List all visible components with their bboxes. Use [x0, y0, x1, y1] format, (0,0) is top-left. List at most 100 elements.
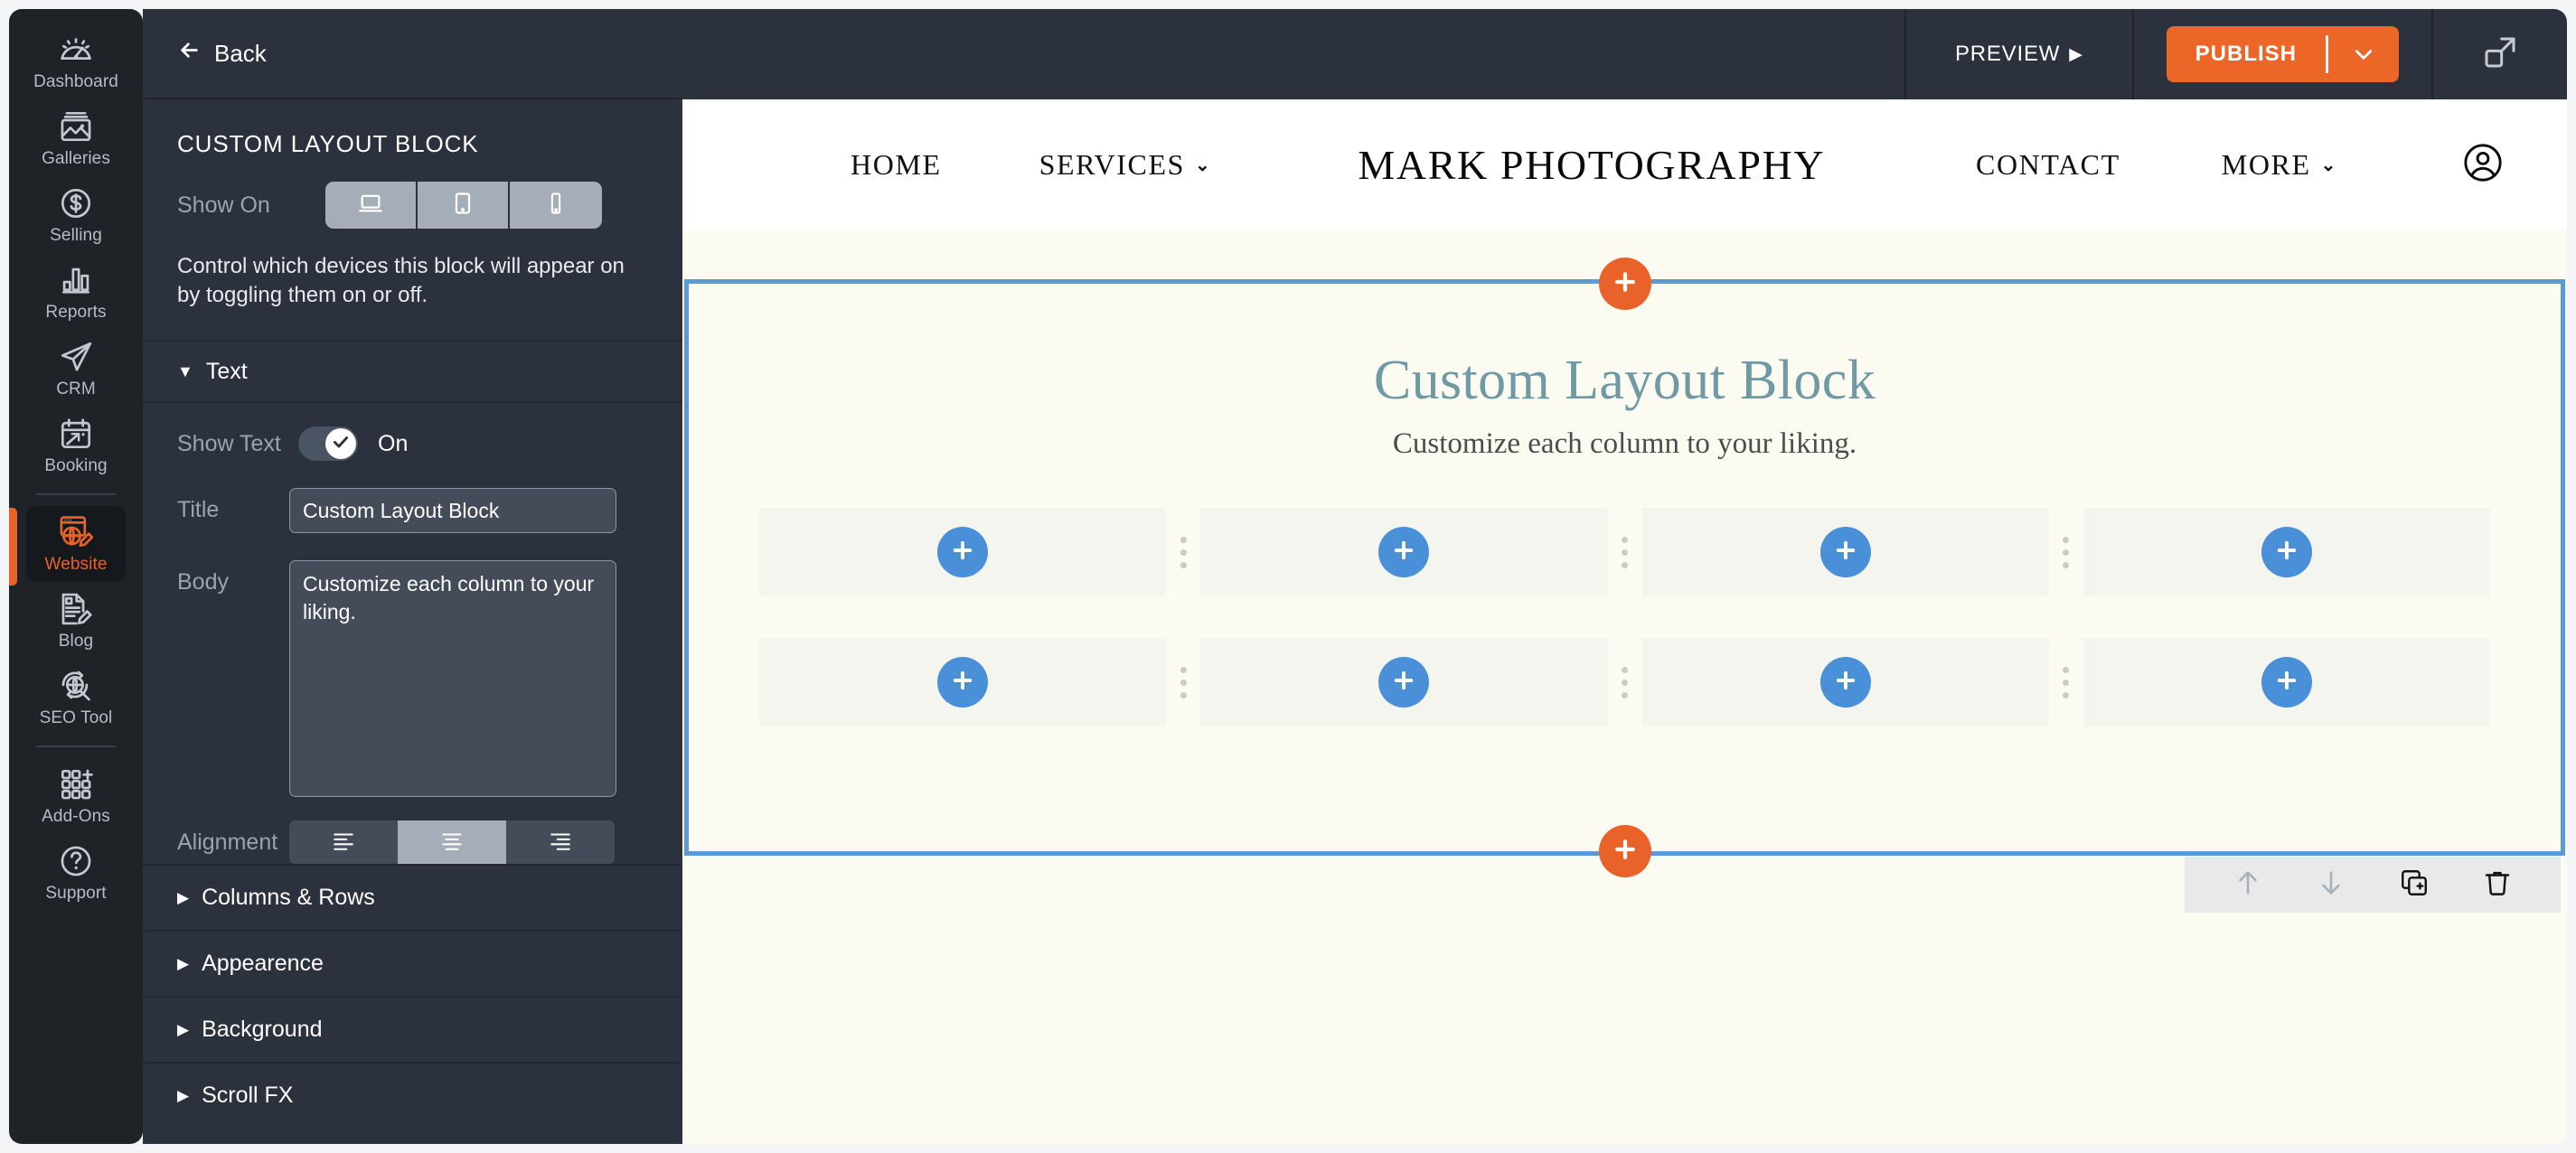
app-root: Dashboard Galleries Selling Reports CRM Booki… — [0, 0, 2576, 1153]
sidebar-item-label: Dashboard — [33, 72, 118, 91]
grid-plus-icon — [54, 764, 98, 804]
device-toggle-mobile[interactable] — [510, 182, 602, 229]
align-center-button[interactable] — [398, 820, 506, 865]
drag-dots-icon — [2063, 536, 2070, 568]
publish-button[interactable]: PUBLISH — [2166, 26, 2399, 82]
align-right-button[interactable] — [506, 820, 615, 864]
section-header-appearence[interactable]: ▶ Appearence — [143, 930, 682, 996]
sidebar-item-support[interactable]: Support — [9, 833, 143, 910]
account-circle-icon[interactable] — [2462, 142, 2504, 188]
sidebar-item-label: Website — [44, 555, 108, 574]
show-text-row: Show Text On — [143, 427, 682, 462]
nav-item-contact[interactable]: CONTACT — [1976, 148, 2120, 182]
layout-cell[interactable] — [1641, 508, 2049, 596]
back-button[interactable]: Back — [177, 38, 267, 69]
preview-button[interactable]: PREVIEW ▶ — [1906, 9, 2132, 99]
arrow-left-icon — [177, 38, 202, 69]
plus-icon — [1612, 836, 1639, 867]
sidebar-item-seo-tool[interactable]: SEO Tool — [9, 658, 143, 735]
add-element-button[interactable] — [2261, 657, 2312, 708]
drag-dots-icon — [1622, 536, 1628, 568]
sidebar-item-galleries[interactable]: Galleries — [9, 98, 143, 175]
layout-cell[interactable] — [1200, 638, 1608, 726]
sidebar-item-label: Add-Ons — [42, 807, 110, 826]
column-resize-handle[interactable] — [1608, 508, 1642, 596]
move-up-button[interactable] — [2206, 857, 2289, 913]
sidebar-item-blog[interactable]: Blog — [9, 581, 143, 658]
dollar-circle-icon — [54, 183, 98, 223]
section-header-columns-rows[interactable]: ▶ Columns & Rows — [143, 864, 682, 930]
arrow-up-icon — [2233, 867, 2263, 903]
title-field-label: Title — [177, 497, 220, 523]
block-title[interactable]: Custom Layout Block — [689, 349, 2561, 413]
sidebar-item-label: Selling — [50, 226, 102, 245]
sidebar-item-booking[interactable]: Booking — [9, 406, 143, 483]
sidebar-item-dashboard[interactable]: Dashboard — [9, 22, 143, 98]
show-text-state: On — [378, 430, 409, 456]
add-element-button[interactable] — [937, 657, 989, 708]
section-header-scroll-fx[interactable]: ▶ Scroll FX — [143, 1062, 682, 1128]
column-resize-handle[interactable] — [2049, 508, 2083, 596]
chevron-down-icon[interactable] — [2328, 42, 2399, 66]
seo-globe-icon — [54, 666, 98, 706]
text-section-header[interactable]: ▼ Text — [143, 340, 682, 404]
layout-cell[interactable] — [1641, 638, 2049, 726]
site-brand[interactable]: MARK PHOTOGRAPHY — [1358, 141, 1825, 189]
column-resize-handle[interactable] — [1166, 638, 1200, 726]
body-textarea[interactable] — [289, 560, 616, 798]
nav-item-services[interactable]: SERVICES ⌄ — [1039, 148, 1212, 182]
sidebar-item-website[interactable]: Website — [9, 504, 143, 586]
plus-icon — [1391, 668, 1416, 698]
column-resize-handle[interactable] — [1166, 508, 1200, 596]
custom-layout-block[interactable]: Custom Layout Block Customize each colum… — [684, 258, 2565, 913]
section-label: Columns & Rows — [202, 885, 375, 911]
add-block-below-button[interactable] — [1598, 825, 1651, 877]
sidebar-item-label: Galleries — [42, 149, 110, 168]
layout-cell[interactable] — [1200, 508, 1608, 596]
layout-cell[interactable] — [759, 638, 1167, 726]
nav-item-home[interactable]: HOME — [851, 148, 942, 182]
add-element-button[interactable] — [1819, 527, 1871, 577]
move-down-button[interactable] — [2289, 857, 2373, 913]
drag-dots-icon — [2063, 666, 2070, 698]
section-label: Background — [202, 1017, 323, 1043]
expand-icon — [2482, 34, 2518, 75]
add-element-button[interactable] — [1819, 657, 1871, 708]
align-left-button[interactable] — [289, 820, 398, 864]
layout-cell[interactable] — [2082, 638, 2490, 726]
layout-cell[interactable] — [2082, 508, 2490, 596]
section-label: Appearence — [202, 951, 324, 977]
device-toggle-desktop[interactable] — [325, 182, 418, 229]
sidebar-item-crm[interactable]: CRM — [9, 329, 143, 406]
add-element-button[interactable] — [1378, 527, 1430, 577]
column-resize-handle[interactable] — [2049, 638, 2083, 726]
expand-view-button[interactable] — [2433, 9, 2567, 99]
layout-cell[interactable] — [759, 508, 1167, 596]
sidebar-item-reports[interactable]: Reports — [9, 252, 143, 329]
add-block-above-button[interactable] — [1598, 258, 1651, 310]
duplicate-button[interactable] — [2373, 857, 2456, 913]
sidebar-item-selling[interactable]: Selling — [9, 175, 143, 252]
panel-topbar: Back — [143, 9, 682, 99]
caret-down-icon: ▼ — [177, 362, 193, 381]
sidebar-item-add-ons[interactable]: Add-Ons — [9, 756, 143, 833]
section-header-background[interactable]: ▶ Background — [143, 996, 682, 1062]
block-subtitle[interactable]: Customize each column to your liking. — [689, 427, 2561, 461]
delete-button[interactable] — [2456, 857, 2539, 913]
add-element-button[interactable] — [2261, 527, 2312, 577]
title-input[interactable] — [289, 488, 616, 534]
column-resize-handle[interactable] — [1608, 638, 1642, 726]
plus-icon — [1612, 268, 1639, 300]
device-toggle-tablet[interactable] — [418, 182, 510, 229]
gauge-icon — [54, 30, 98, 70]
question-circle-icon — [54, 841, 98, 881]
add-element-button[interactable] — [1378, 657, 1430, 708]
sidebar-item-label: Support — [45, 884, 107, 903]
add-element-button[interactable] — [937, 527, 989, 577]
nav-item-more[interactable]: MORE ⌄ — [2222, 148, 2337, 182]
show-text-toggle[interactable] — [298, 427, 358, 462]
paper-plane-icon — [54, 337, 98, 377]
plus-icon — [950, 538, 975, 567]
layout-grid — [689, 461, 2561, 726]
nav-item-label: HOME — [851, 148, 942, 181]
